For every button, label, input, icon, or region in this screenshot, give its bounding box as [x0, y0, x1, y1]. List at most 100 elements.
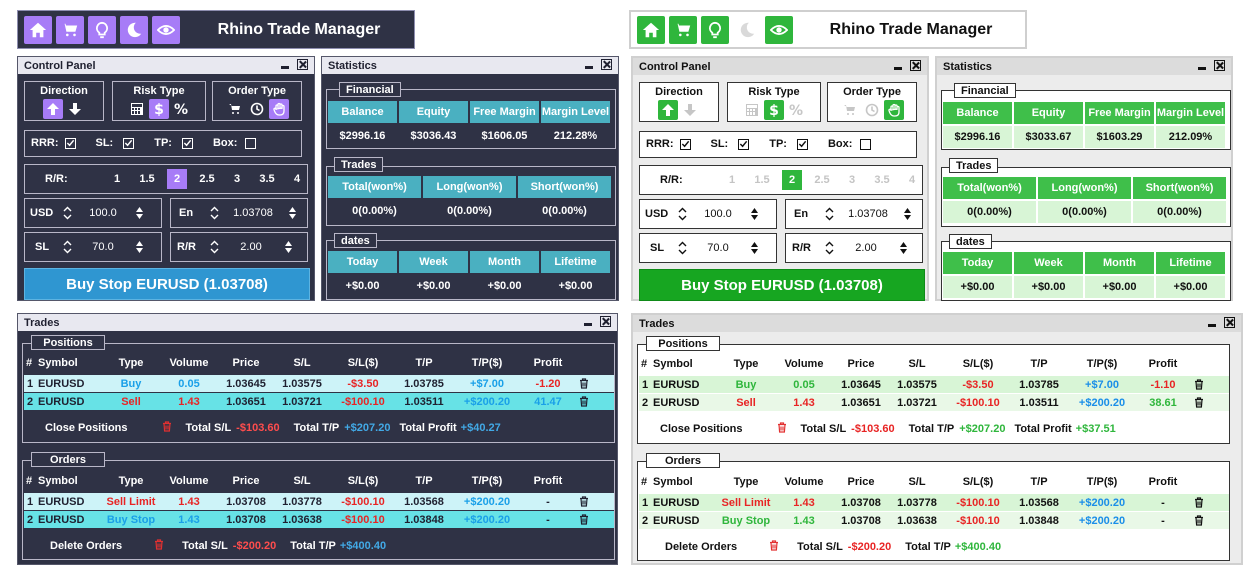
cart-button[interactable] [669, 15, 697, 44]
box-checkbox[interactable] [245, 137, 257, 149]
rr-option-3[interactable]: 2.5 [812, 170, 832, 190]
close-icon[interactable] [1214, 60, 1225, 71]
row-trash-button[interactable] [574, 396, 594, 407]
order-hand-button[interactable] [269, 99, 289, 119]
rr-option-2[interactable]: 2 [782, 169, 802, 190]
rr-input[interactable]: 2.00 [836, 242, 896, 254]
rr-option-2[interactable]: 2 [167, 168, 187, 189]
sl-stepper[interactable] [747, 241, 761, 255]
tp-checkbox[interactable] [796, 138, 808, 150]
orders-row[interactable]: 1 EURUSD Sell Limit 1.43 1.03708 1.03778 -$100… [639, 494, 1229, 511]
statistics-title[interactable]: Statistics [322, 57, 618, 74]
rr-option-4[interactable]: 3 [227, 169, 247, 189]
close-icon[interactable] [910, 60, 921, 71]
home-button[interactable] [24, 15, 52, 44]
direction-down-button[interactable] [680, 100, 700, 120]
buy-stop-button[interactable]: Buy Stop EURUSD (1.03708) [639, 269, 925, 301]
order-market-button[interactable] [225, 99, 245, 119]
close-icon[interactable] [1224, 317, 1235, 328]
positions-row[interactable]: 1 EURUSD Buy 0.05 1.03645 1.03575 -$3.50 1.0378… [639, 376, 1229, 393]
usd-stepper[interactable] [132, 206, 146, 220]
delete-orders-trash[interactable] [154, 539, 164, 553]
rr-option-1[interactable]: 1.5 [137, 169, 157, 189]
sl-small-stepper[interactable] [60, 240, 74, 254]
moon-button[interactable] [733, 16, 761, 44]
risk-calculator-button[interactable] [127, 99, 147, 119]
rr-small-stepper[interactable] [822, 241, 836, 255]
trades-window-title[interactable]: Trades [18, 314, 617, 331]
entry-small-stepper[interactable] [207, 206, 221, 220]
orders-row[interactable]: 2 EURUSD Buy Stop 1.43 1.03708 1.03638 -$100.1… [24, 511, 614, 528]
rr-input[interactable]: 2.00 [221, 241, 281, 253]
sl-input[interactable]: 70.0 [689, 242, 747, 254]
minimize-icon[interactable] [585, 66, 593, 69]
positions-row[interactable]: 2 EURUSD Sell 1.43 1.03651 1.03721 -$100.10 1.0… [24, 393, 614, 410]
close-positions-button[interactable]: Close Positions [45, 422, 128, 434]
sl-checkbox[interactable] [123, 137, 135, 149]
rr-option-0[interactable]: 1 [722, 170, 742, 190]
rrr-checkbox[interactable] [64, 137, 76, 149]
entry-small-stepper[interactable] [822, 207, 836, 221]
row-trash-button[interactable] [1189, 379, 1209, 390]
order-pending-button[interactable] [247, 99, 267, 119]
order-market-button[interactable] [840, 100, 860, 120]
row-trash-button[interactable] [574, 378, 594, 389]
risk-calculator-button[interactable] [742, 100, 762, 120]
usd-stepper[interactable] [747, 207, 761, 221]
rr-option-0[interactable]: 1 [107, 169, 127, 189]
direction-down-button[interactable] [65, 99, 85, 119]
rrr-checkbox[interactable] [679, 138, 691, 150]
positions-row[interactable]: 2 EURUSD Sell 1.43 1.03651 1.03721 -$100.10 1.0… [639, 394, 1229, 411]
delete-orders-trash[interactable] [769, 540, 779, 554]
rr-option-4[interactable]: 3 [842, 170, 862, 190]
home-button[interactable] [637, 15, 665, 44]
control-panel-title[interactable]: Control Panel [18, 57, 314, 74]
risk-dollar-button[interactable]: $ [149, 99, 169, 119]
close-icon[interactable] [297, 59, 308, 70]
eye-button[interactable] [765, 15, 793, 44]
statistics-title[interactable]: Statistics [937, 58, 1231, 75]
eye-button[interactable] [152, 15, 180, 44]
rr-option-5[interactable]: 3.5 [257, 169, 277, 189]
orders-row[interactable]: 1 EURUSD Sell Limit 1.43 1.03708 1.03778 -$100… [24, 493, 614, 510]
rr-option-1[interactable]: 1.5 [752, 170, 772, 190]
rr-stepper[interactable] [281, 240, 295, 254]
direction-up-button[interactable] [43, 99, 63, 119]
entry-stepper[interactable] [285, 206, 299, 220]
delete-orders-button[interactable]: Delete Orders [665, 541, 737, 553]
bulb-button[interactable] [88, 15, 116, 44]
minimize-icon[interactable] [584, 323, 592, 326]
row-trash-button[interactable] [1189, 397, 1209, 408]
moon-button[interactable] [120, 15, 148, 44]
entry-input[interactable]: 1.03708 [221, 207, 285, 219]
close-positions-trash[interactable] [162, 421, 172, 435]
usd-small-stepper[interactable] [675, 207, 689, 221]
close-positions-button[interactable]: Close Positions [660, 423, 743, 435]
close-icon[interactable] [601, 59, 612, 70]
usd-input[interactable]: 100.0 [74, 207, 132, 219]
usd-small-stepper[interactable] [60, 206, 74, 220]
row-trash-button[interactable] [1189, 497, 1209, 508]
minimize-icon[interactable] [894, 67, 902, 70]
row-trash-button[interactable] [574, 496, 594, 507]
minimize-icon[interactable] [281, 66, 289, 69]
sl-checkbox[interactable] [738, 138, 750, 150]
sl-input[interactable]: 70.0 [74, 241, 132, 253]
box-checkbox[interactable] [860, 138, 872, 150]
sl-small-stepper[interactable] [675, 241, 689, 255]
rr-small-stepper[interactable] [207, 240, 221, 254]
orders-row[interactable]: 2 EURUSD Buy Stop 1.43 1.03708 1.03638 -$100.1… [639, 512, 1229, 529]
rr-option-6[interactable]: 4 [902, 170, 922, 190]
close-icon[interactable] [600, 316, 611, 327]
sl-stepper[interactable] [132, 240, 146, 254]
tp-checkbox[interactable] [181, 137, 193, 149]
risk-percent-button[interactable]: % [171, 99, 191, 119]
risk-percent-button[interactable]: % [786, 100, 806, 120]
rr-option-6[interactable]: 4 [287, 169, 307, 189]
direction-up-button[interactable] [658, 100, 678, 120]
row-trash-button[interactable] [574, 514, 594, 525]
close-positions-trash[interactable] [777, 422, 787, 436]
risk-dollar-button[interactable]: $ [764, 100, 784, 120]
rr-option-5[interactable]: 3.5 [872, 170, 892, 190]
usd-input[interactable]: 100.0 [689, 208, 747, 220]
